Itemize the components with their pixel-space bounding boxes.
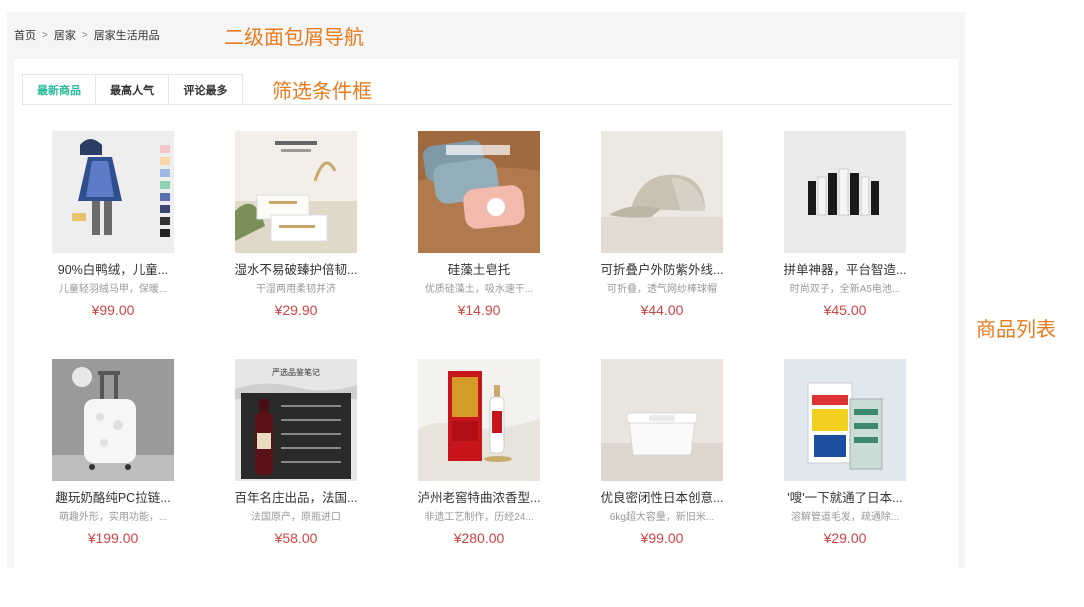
goods-price: ¥29.90 xyxy=(274,302,318,318)
goods-price: ¥99.00 xyxy=(91,302,135,318)
goods-desc: 可折叠，透气网纱棒球帽 xyxy=(607,284,717,295)
tabs-underline xyxy=(22,104,951,105)
goods-desc: 优质硅藻土，吸水速干... xyxy=(424,284,534,295)
goods-item[interactable]: 优良密闭性日本创意... 6kg超大容量，新旧米... ¥99.00 xyxy=(587,359,737,546)
goods-item[interactable]: 拼单神器，平台智造... 时尚双子，全新A5电池... ¥45.00 xyxy=(770,131,920,318)
goods-name[interactable]: 趣玩奶酪纯PC拉链... xyxy=(38,489,188,507)
goods-name[interactable]: 可折叠户外防紫外线... xyxy=(587,261,737,279)
goods-image-baijiu-box[interactable] xyxy=(418,359,540,481)
goods-price: ¥29.00 xyxy=(823,530,867,546)
goods-image-soap-tray[interactable] xyxy=(418,131,540,253)
goods-price: ¥280.00 xyxy=(453,530,505,546)
annotation-breadcrumb: 二级面包屑导航 xyxy=(224,25,364,49)
wine-image-caption: 严选品鉴笔记 xyxy=(272,367,320,377)
goods-image-wine-bottle[interactable]: 严选品鉴笔记 xyxy=(235,359,357,481)
goods-name[interactable]: 泸州老窖特曲浓香型... xyxy=(404,489,554,507)
goods-desc: 时尚双子，全新A5电池... xyxy=(789,284,901,295)
goods-item[interactable]: 90%白鸭绒，儿童... 儿童轻羽绒马甲，保暖... ¥99.00 xyxy=(38,131,188,318)
breadcrumb-separator: > xyxy=(81,29,88,41)
breadcrumb: 首页 > 居家 > 居家生活用品 xyxy=(14,27,160,43)
goods-image-kids-down-vest[interactable] xyxy=(52,131,174,253)
goods-image-suitcase[interactable] xyxy=(52,359,174,481)
goods-item[interactable]: 趣玩奶酪纯PC拉链... 萌趣外形，实用功能，... ¥199.00 xyxy=(38,359,188,546)
breadcrumb-home[interactable]: 首页 xyxy=(14,27,36,43)
goods-item[interactable]: 可折叠户外防紫外线... 可折叠，透气网纱棒球帽 ¥44.00 xyxy=(587,131,737,318)
goods-name[interactable]: 拼单神器，平台智造... xyxy=(770,261,920,279)
goods-desc: 非遗工艺制作，历经24... xyxy=(424,512,534,523)
annotation-filter: 筛选条件框 xyxy=(272,79,372,103)
goods-price: ¥199.00 xyxy=(87,530,139,546)
goods-item[interactable]: 湿水不易破臻护倍韧... 干湿两用柔韧并济 ¥29.90 xyxy=(221,131,371,318)
breadcrumb-separator: > xyxy=(42,29,48,41)
goods-price: ¥58.00 xyxy=(274,530,318,546)
goods-image-folding-cap[interactable] xyxy=(601,131,723,253)
goods-desc: 儿童轻羽绒马甲，保暖... xyxy=(58,284,168,295)
goods-price: ¥99.00 xyxy=(640,530,684,546)
goods-image-drain-cleaner[interactable] xyxy=(784,359,906,481)
goods-desc: 6kg超大容量，新旧米... xyxy=(609,512,715,523)
filter-tabs: 最新商品 最高人气 评论最多 xyxy=(22,74,243,105)
annotation-goods-list: 商品列表 xyxy=(976,317,1056,341)
goods-item[interactable]: '嗖'一下就通了日本... 溶解管道毛发，疏通除... ¥29.00 xyxy=(770,359,920,546)
goods-desc: 法国原产，原瓶进口 xyxy=(251,512,341,523)
goods-name[interactable]: 90%白鸭绒，儿童... xyxy=(38,261,188,279)
goods-image-batteries[interactable] xyxy=(784,131,906,253)
goods-image-tissue-packs[interactable] xyxy=(235,131,357,253)
goods-desc: 溶解管道毛发，疏通除... xyxy=(790,512,900,523)
goods-name[interactable]: '嗖'一下就通了日本... xyxy=(770,489,920,507)
goods-name[interactable]: 优良密闭性日本创意... xyxy=(587,489,737,507)
goods-price: ¥14.90 xyxy=(457,302,501,318)
goods-item[interactable]: 硅藻土皂托 优质硅藻土，吸水速干... ¥14.90 xyxy=(404,131,554,318)
goods-desc: 萌趣外形，实用功能，... xyxy=(58,512,168,523)
goods-desc: 干湿两用柔韧并济 xyxy=(256,284,336,295)
goods-item[interactable]: 泸州老窖特曲浓香型... 非遗工艺制作，历经24... ¥280.00 xyxy=(404,359,554,546)
goods-price: ¥45.00 xyxy=(823,302,867,318)
breadcrumb-current: 居家生活用品 xyxy=(93,30,160,42)
goods-image-rice-container[interactable] xyxy=(601,359,723,481)
tab-popular[interactable]: 最高人气 xyxy=(96,75,169,105)
goods-name[interactable]: 百年名庄出品，法国... xyxy=(221,489,371,507)
goods-name[interactable]: 湿水不易破臻护倍韧... xyxy=(221,261,371,279)
goods-name[interactable]: 硅藻土皂托 xyxy=(404,261,554,279)
breadcrumb-category[interactable]: 居家 xyxy=(54,27,76,43)
goods-item[interactable]: 严选品鉴笔记 百年名庄出品，法国... 法国原产，原瓶进口 ¥58.00 xyxy=(221,359,371,546)
goods-price: ¥44.00 xyxy=(640,302,684,318)
tab-most-reviewed[interactable]: 评论最多 xyxy=(169,75,242,105)
tab-newest[interactable]: 最新商品 xyxy=(23,75,96,105)
